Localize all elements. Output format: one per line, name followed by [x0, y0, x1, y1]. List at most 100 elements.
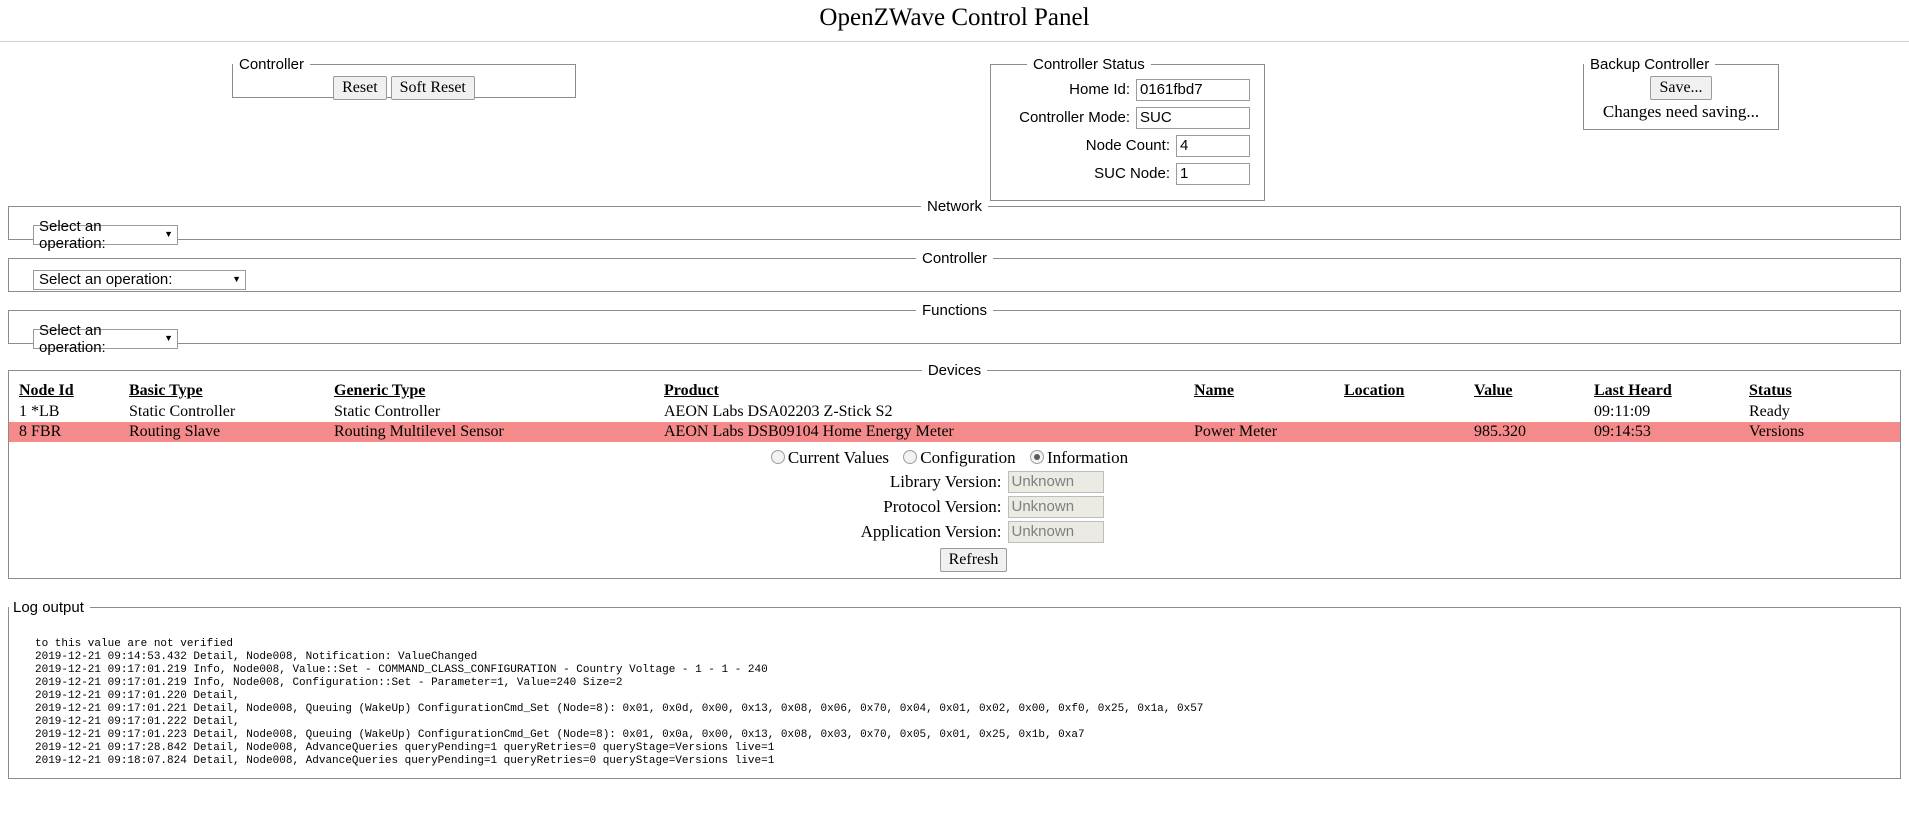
- backup-status-note: Changes need saving...: [1602, 101, 1760, 121]
- log-output-text[interactable]: to this value are not verified 2019-12-2…: [9, 616, 1900, 768]
- chevron-down-icon: ▼: [164, 333, 173, 343]
- radio-button-icon[interactable]: [770, 449, 785, 464]
- devices-table-header: Node Id Basic Type Generic Type Product …: [9, 381, 1900, 402]
- radio-button-icon[interactable]: [903, 449, 918, 464]
- node-count-row: Node Count:: [991, 134, 1264, 157]
- backup-controller-body: Save... Changes need saving...: [1584, 73, 1778, 122]
- functions-operations-body: Select an operation: ▼: [9, 319, 1900, 356]
- reset-button[interactable]: Reset: [333, 75, 387, 100]
- controller-operations-panel: Controller Select an operation: ▼: [8, 249, 1901, 292]
- application-version-field-wrap: [1007, 520, 1108, 543]
- devices-body: Node Id Basic Type Generic Type Product …: [9, 379, 1900, 578]
- column-header-node-id[interactable]: Node Id: [9, 381, 129, 402]
- functions-operation-selected-label: Select an operation:: [39, 321, 106, 356]
- table-row[interactable]: 1 *LB Static Controller Static Controlle…: [9, 402, 1900, 422]
- cell-generic-type: Routing Multilevel Sensor: [334, 421, 664, 442]
- library-version-field-wrap: [1007, 470, 1108, 493]
- table-row[interactable]: 8 FBR Routing Slave Routing Multilevel S…: [9, 421, 1900, 442]
- application-version-input: [1007, 520, 1104, 543]
- cell-generic-type: Static Controller: [334, 402, 441, 420]
- cell-node-id: 8 FBR: [9, 421, 129, 442]
- soft-reset-button[interactable]: Soft Reset: [390, 75, 475, 100]
- column-header-status[interactable]: Status: [1749, 381, 1900, 402]
- controller-status-legend: Controller Status: [1033, 55, 1145, 73]
- functions-operations-panel: Functions Select an operation: ▼: [8, 301, 1901, 356]
- protocol-version-row: Protocol Version:: [9, 495, 1900, 518]
- radio-button-checked-icon[interactable]: [1029, 449, 1044, 464]
- column-header-basic-type[interactable]: Basic Type: [129, 381, 334, 402]
- home-id-input[interactable]: [1136, 78, 1250, 101]
- controller-mode-label: Controller Mode:: [1019, 109, 1130, 126]
- application-version-label: Application Version:: [860, 521, 1002, 541]
- save-button[interactable]: Save...: [1650, 75, 1712, 100]
- cell-product: AEON Labs DSB09104 Home Energy Meter: [664, 421, 1194, 442]
- controller-operation-select[interactable]: Select an operation: ▼: [33, 269, 246, 290]
- suc-node-row: SUC Node:: [991, 162, 1264, 185]
- controller-operations-body: Select an operation: ▼: [9, 267, 1900, 290]
- devices-table: Node Id Basic Type Generic Type Product …: [9, 381, 1900, 442]
- suc-node-label: SUC Node:: [1094, 165, 1170, 182]
- refresh-button-row: Refresh: [9, 547, 1900, 572]
- devices-header-row: Node Id Basic Type Generic Type Product …: [9, 381, 1900, 402]
- column-header-value[interactable]: Value: [1474, 381, 1594, 402]
- functions-operation-select[interactable]: Select an operation: ▼: [33, 322, 178, 356]
- suc-node-input[interactable]: [1176, 162, 1250, 185]
- chevron-down-icon: ▼: [164, 229, 173, 239]
- library-version-input: [1007, 470, 1104, 493]
- cell-basic-type: Static Controller: [129, 402, 236, 420]
- library-version-label: Library Version:: [889, 471, 1002, 491]
- log-output-legend: Log output: [13, 598, 84, 616]
- cell-value: [1474, 402, 1594, 422]
- devices-panel: Devices Node Id Basic Type Generic Type …: [8, 361, 1901, 579]
- radio-current-values[interactable]: Current Values: [770, 447, 893, 467]
- column-header-location[interactable]: Location: [1344, 381, 1474, 402]
- protocol-version-field-wrap: [1007, 495, 1108, 518]
- detail-mode-radio-group: Current Values Configuration Information: [9, 448, 1900, 468]
- page-title: OpenZWave Control Panel: [819, 4, 1090, 31]
- cell-node-id: 1 *LB: [19, 402, 60, 420]
- network-legend: Network: [926, 197, 982, 215]
- devices-table-body: 1 *LB Static Controller Static Controlle…: [9, 402, 1900, 442]
- cell-last-heard: 09:11:09: [1594, 402, 1651, 420]
- column-header-generic-type[interactable]: Generic Type: [334, 381, 664, 402]
- column-header-last-heard[interactable]: Last Heard: [1594, 381, 1749, 402]
- controller-status-panel: Controller Status Home Id: Controller Mo…: [990, 55, 1265, 201]
- home-id-label: Home Id:: [1069, 81, 1130, 98]
- protocol-version-label: Protocol Version:: [883, 496, 1002, 516]
- refresh-button[interactable]: Refresh: [939, 547, 1008, 572]
- cell-name: [1194, 402, 1344, 422]
- controller-operation-selected-label: Select an operation:: [39, 271, 173, 288]
- node-count-input[interactable]: [1176, 134, 1250, 157]
- network-operations-body: Select an operation: ▼: [9, 215, 1900, 252]
- functions-legend: Functions: [921, 301, 988, 319]
- network-operation-selected-label: Select an operation:: [39, 217, 106, 252]
- log-output-panel: Log output to this value are not verifie…: [8, 598, 1901, 779]
- radio-current-values-label: Current Values: [787, 447, 890, 467]
- cell-location: [1344, 421, 1474, 442]
- cell-name: Power Meter: [1194, 421, 1344, 442]
- radio-configuration-label: Configuration: [920, 447, 1016, 467]
- node-count-label: Node Count:: [1085, 137, 1170, 154]
- cell-last-heard: 09:14:53: [1594, 421, 1749, 442]
- network-operations-panel: Network Select an operation: ▼: [8, 197, 1901, 252]
- backup-controller-legend: Backup Controller: [1590, 55, 1710, 73]
- controller-panel-body: Reset Soft Reset: [233, 73, 575, 100]
- controller-mode-row: Controller Mode:: [991, 106, 1264, 129]
- radio-information[interactable]: Information: [1029, 447, 1129, 467]
- controller-panel: Controller Reset Soft Reset: [232, 55, 576, 100]
- devices-legend: Devices: [927, 361, 982, 379]
- top-panels-row: Controller Reset Soft Reset Controller S…: [0, 42, 1909, 201]
- column-header-name[interactable]: Name: [1194, 381, 1344, 402]
- cell-basic-type: Routing Slave: [129, 421, 334, 442]
- cell-product: AEON Labs DSA02203 Z-Stick S2: [664, 402, 893, 420]
- column-header-product[interactable]: Product: [664, 381, 1194, 402]
- backup-controller-panel: Backup Controller Save... Changes need s…: [1583, 55, 1779, 130]
- controller-mode-input[interactable]: [1136, 106, 1250, 129]
- radio-information-label: Information: [1046, 447, 1129, 467]
- application-version-row: Application Version:: [9, 520, 1900, 543]
- controller-operations-legend: Controller: [921, 249, 988, 267]
- cell-value: 985.320: [1474, 421, 1594, 442]
- radio-configuration[interactable]: Configuration: [903, 448, 1020, 467]
- network-operation-select[interactable]: Select an operation: ▼: [33, 218, 178, 252]
- controller-panel-legend: Controller: [239, 55, 305, 73]
